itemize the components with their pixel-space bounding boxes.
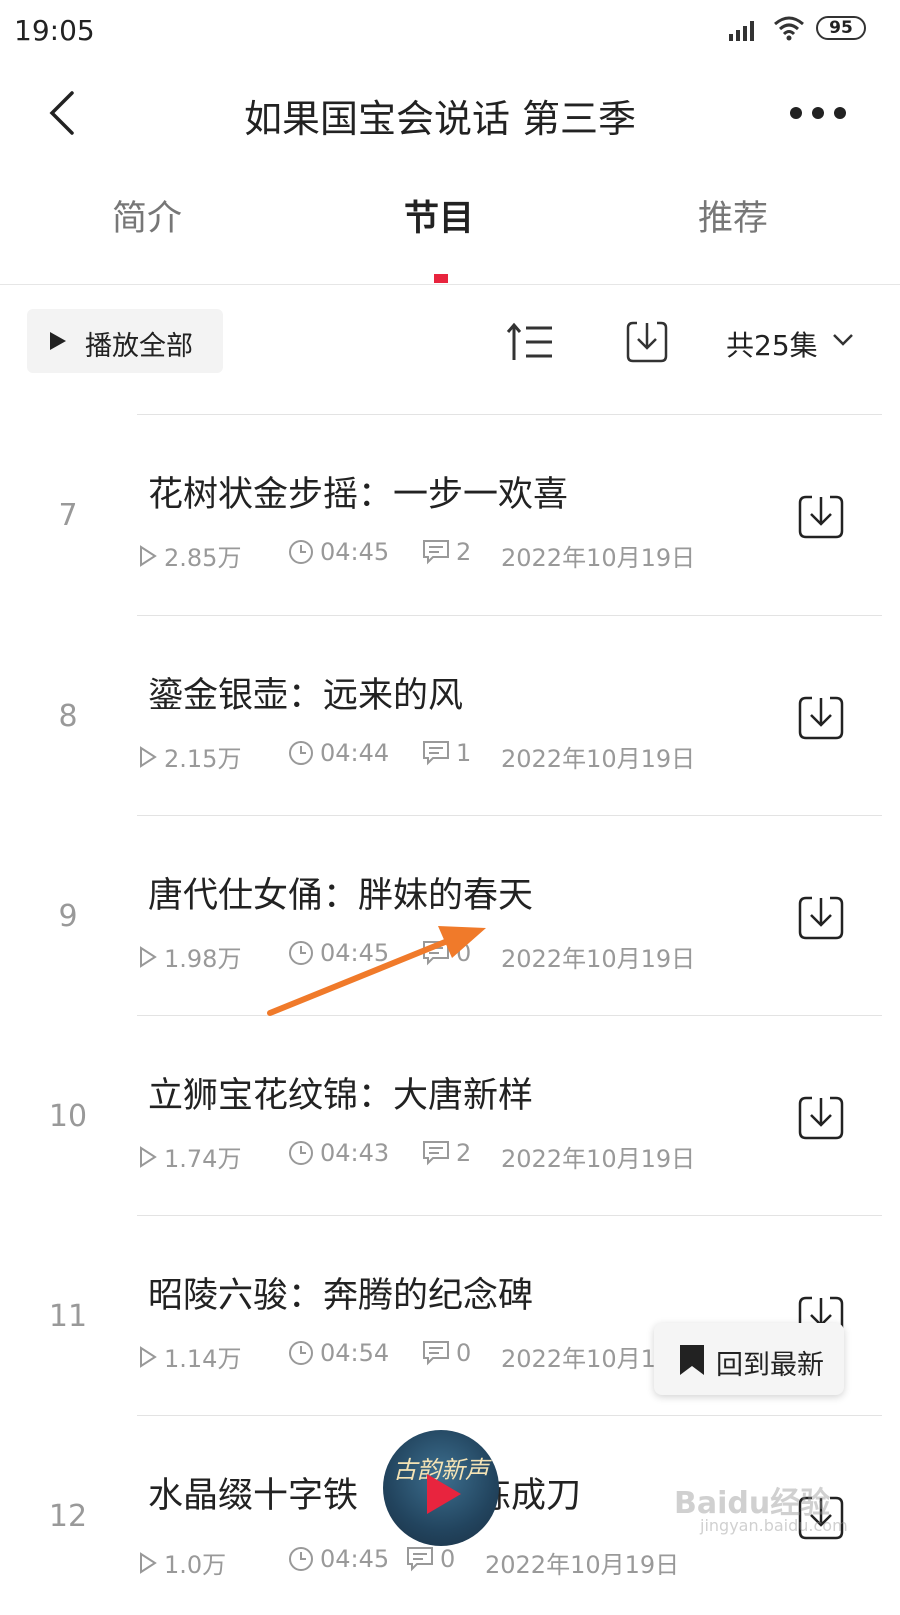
comment-icon [407, 1547, 433, 1572]
bookmark-icon [680, 1345, 704, 1375]
episode-number: 7 [58, 498, 78, 533]
comment-icon [423, 1141, 449, 1166]
episode-title[interactable]: 鎏金银壶：远来的风 [148, 667, 463, 718]
mini-player[interactable]: 古韵新声 [383, 1430, 499, 1546]
more-icon[interactable] [788, 106, 848, 120]
play-all-button[interactable]: 播放全部 [27, 309, 223, 373]
clock-icon [289, 1547, 313, 1571]
episode-number: 11 [48, 1299, 88, 1334]
download-icon[interactable] [796, 895, 846, 941]
episode-number: 12 [48, 1499, 88, 1534]
episode-title[interactable]: 水晶缀十字铁 炼成刀 [148, 1467, 581, 1518]
duration: 04:45 [320, 538, 390, 566]
status-time: 19:05 [14, 14, 95, 47]
chevron-down-icon[interactable] [832, 333, 854, 347]
play-count-icon [140, 945, 157, 968]
play-count-icon [140, 745, 157, 768]
duration: 04:45 [320, 939, 390, 967]
comment-icon [423, 540, 449, 565]
comment-icon [423, 941, 449, 966]
play-count-icon [140, 1345, 157, 1368]
episode-number: 10 [48, 1099, 88, 1134]
episode-number: 8 [58, 699, 78, 734]
back-to-latest-label: 回到最新 [716, 1350, 824, 1381]
episode-title[interactable]: 唐代仕女俑：胖妹的春天 [148, 867, 533, 918]
publish-date: 2022年10月19日 [501, 1145, 696, 1173]
play-icon [50, 332, 66, 350]
comment-count: 2 [456, 538, 472, 566]
clock-icon [289, 741, 313, 765]
tab-active-indicator [434, 274, 448, 283]
signal-icon [729, 21, 754, 41]
watermark-url: jingyan.baidu.com [700, 1516, 848, 1535]
duration: 04:43 [320, 1139, 390, 1167]
tab-recommend[interactable]: 推荐 [698, 190, 768, 241]
publish-date: 2022年10月19日 [485, 1551, 680, 1579]
download-icon[interactable] [796, 695, 846, 741]
wifi-icon [774, 16, 804, 41]
episode-row[interactable]: 9 唐代仕女俑：胖妹的春天 1.98万 04:45 0 2022年10月19日 [0, 815, 900, 1015]
comment-count: 0 [440, 1545, 456, 1573]
episode-row[interactable]: 7 花树状金步摇：一步一欢喜 2.85万 04:45 2 2022年10月19日 [0, 414, 900, 614]
duration: 04:45 [320, 1545, 390, 1573]
play-count: 1.74万 [164, 1145, 242, 1173]
episode-title[interactable]: 花树状金步摇：一步一欢喜 [148, 466, 568, 517]
episode-count[interactable]: 共25集 [726, 324, 818, 364]
comment-icon [423, 741, 449, 766]
status-bar: 19:05 95 [0, 0, 900, 62]
play-count: 2.85万 [164, 544, 242, 572]
episode-title[interactable]: 昭陵六骏：奔腾的纪念碑 [148, 1267, 533, 1318]
publish-date: 2022年10月19日 [501, 945, 696, 973]
clock-icon [289, 540, 313, 564]
comment-count: 0 [456, 939, 472, 967]
play-all-label: 播放全部 [85, 331, 193, 362]
episode-title-head: 水晶缀十字铁 [148, 1476, 359, 1516]
sort-icon[interactable] [506, 322, 554, 362]
download-icon[interactable] [796, 494, 846, 540]
back-to-latest-button[interactable]: 回到最新 [654, 1323, 844, 1395]
play-count: 1.14万 [164, 1345, 242, 1373]
duration: 04:44 [320, 739, 390, 767]
page-title: 如果国宝会说话 第三季 [243, 97, 637, 141]
publish-date: 2022年10月19日 [501, 544, 696, 572]
play-count: 1.98万 [164, 945, 242, 973]
episode-number: 9 [58, 899, 78, 934]
play-icon[interactable] [421, 1472, 465, 1516]
play-count: 2.15万 [164, 745, 242, 773]
episode-row[interactable]: 8 鎏金银壶：远来的风 2.15万 04:44 1 2022年10月19日 [0, 615, 900, 815]
play-count-icon [140, 544, 157, 567]
tab-intro[interactable]: 简介 [112, 190, 182, 241]
battery-icon: 95 [816, 16, 866, 40]
comment-count: 1 [456, 739, 472, 767]
download-icon[interactable] [796, 1095, 846, 1141]
comment-icon [423, 1341, 449, 1366]
episode-title[interactable]: 立狮宝花纹锦：大唐新样 [148, 1067, 533, 1118]
tab-episodes[interactable]: 节目 [404, 190, 474, 241]
play-count-icon [140, 1145, 157, 1168]
download-all-icon[interactable] [625, 320, 669, 364]
play-count: 1.0万 [164, 1551, 227, 1579]
episode-row[interactable]: 10 立狮宝花纹锦：大唐新样 1.74万 04:43 2 2022年10月19日 [0, 1015, 900, 1215]
comment-count: 2 [456, 1139, 472, 1167]
clock-icon [289, 1341, 313, 1365]
clock-icon [289, 1141, 313, 1165]
publish-date: 2022年10月19日 [501, 745, 696, 773]
comment-count: 0 [456, 1339, 472, 1367]
tab-bar: 简介 节目 推荐 [0, 190, 900, 260]
nav-bar: 如果国宝会说话 第三季 [0, 62, 900, 162]
play-count-icon [140, 1551, 157, 1574]
duration: 04:54 [320, 1339, 390, 1367]
clock-icon [289, 941, 313, 965]
tab-divider [0, 284, 900, 285]
